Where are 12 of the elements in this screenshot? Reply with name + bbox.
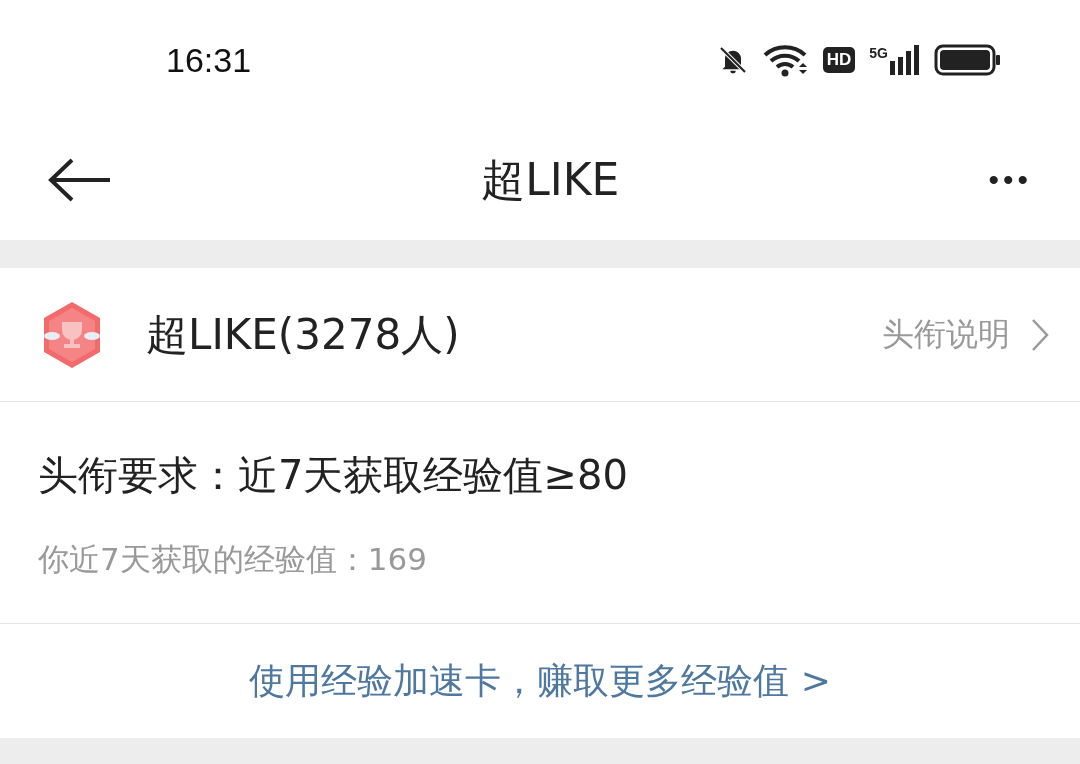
experience-text: 你近7天获取的经验值：169: [38, 540, 428, 579]
more-button[interactable]: •••: [988, 163, 1032, 197]
requirement-text: 头衔要求：近7天获取经验值≥80: [38, 451, 629, 500]
wifi-icon: [762, 43, 809, 77]
title-name: 超LIKE(3278人): [146, 308, 461, 361]
page-title: 超LIKE: [481, 152, 620, 207]
title-info-link[interactable]: 头衔说明: [882, 312, 1050, 357]
battery-icon: [934, 44, 1002, 76]
hd-icon: HD: [822, 47, 856, 73]
back-button[interactable]: [48, 158, 112, 202]
chevron-right-icon: [1030, 317, 1050, 352]
status-time: 16:31: [166, 40, 252, 80]
